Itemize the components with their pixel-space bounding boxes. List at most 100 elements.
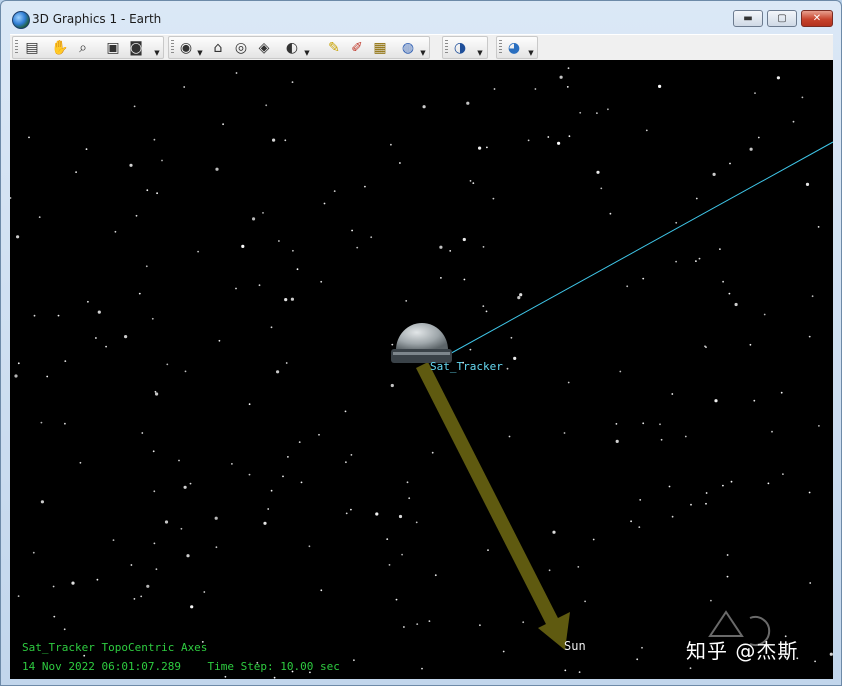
star — [763, 313, 766, 316]
3d-viewport[interactable]: Sat_Tracker Sun Sat_Tracker TopoCentric … — [10, 60, 833, 679]
star — [671, 393, 674, 395]
toolbar-grip[interactable] — [499, 40, 502, 55]
star — [642, 277, 645, 280]
star — [224, 675, 227, 678]
line-of-sight-vector — [445, 141, 833, 357]
star — [364, 185, 366, 188]
star — [32, 551, 35, 554]
star — [510, 336, 513, 339]
star — [801, 96, 804, 99]
star — [258, 284, 261, 287]
star — [133, 598, 136, 600]
star — [262, 212, 264, 214]
chevron-down-icon[interactable]: ▼ — [303, 40, 311, 57]
close-button[interactable]: ✕ — [801, 10, 833, 27]
star — [350, 454, 353, 456]
star — [506, 367, 509, 370]
radome-dome — [396, 322, 448, 350]
star — [463, 278, 466, 281]
chevron-down-icon[interactable]: ▼ — [196, 40, 204, 57]
home-view-icon[interactable]: ⌂ — [209, 39, 227, 57]
eraser-icon[interactable]: ✐ — [348, 39, 366, 57]
view-options-icon[interactable]: ◐ — [283, 39, 301, 57]
chevron-down-icon[interactable]: ▼ — [527, 40, 535, 57]
star — [577, 566, 580, 568]
measure-icon[interactable]: ▦ — [371, 39, 389, 57]
view-from-icon[interactable]: ◉ — [177, 39, 195, 57]
star — [705, 502, 707, 505]
star — [386, 538, 389, 540]
star — [695, 260, 697, 262]
star — [466, 101, 470, 105]
star — [710, 599, 712, 602]
toolbar-group-view: ▤ ✋ ⌕ ▣ ◙ ▼ — [12, 36, 164, 59]
chevron-down-icon[interactable]: ▼ — [419, 40, 427, 57]
star — [52, 585, 55, 588]
star — [14, 374, 18, 378]
view-to-icon[interactable]: ◎ — [232, 39, 250, 57]
star — [579, 111, 582, 114]
star — [406, 481, 409, 484]
snapshot-icon[interactable]: ▣ — [104, 39, 122, 57]
chevron-down-icon[interactable]: ▼ — [153, 40, 161, 57]
globe-settings-icon[interactable]: ◍ — [399, 39, 417, 57]
star — [145, 265, 148, 268]
pan-hand-icon[interactable]: ✋ — [51, 39, 69, 57]
star — [439, 245, 443, 249]
star — [356, 246, 359, 249]
star — [567, 381, 570, 384]
star — [730, 480, 733, 483]
star — [726, 554, 729, 556]
toolbar-group-camera: ◉ ▼ ⌂ ◎ ◈ ◐ ▼ ✎ ✐ ▦ ◍ ▼ — [168, 36, 430, 59]
toolbar-grip[interactable] — [171, 40, 174, 55]
facility-model[interactable] — [391, 322, 452, 363]
star — [17, 595, 20, 597]
star — [829, 652, 833, 656]
toolbar-grip[interactable] — [445, 40, 448, 55]
star — [235, 72, 238, 74]
properties-icon[interactable]: ▤ — [23, 39, 41, 57]
pencil-icon[interactable]: ✎ — [325, 39, 343, 57]
earth-icon[interactable]: ◕ — [505, 39, 523, 57]
star — [320, 589, 323, 592]
minimize-button[interactable]: ▬ — [733, 10, 763, 27]
time-step-value: Time Step: 10.00 sec — [207, 660, 340, 673]
star — [190, 605, 194, 609]
star — [140, 595, 143, 598]
record-icon[interactable]: ◙ — [127, 39, 145, 57]
star — [517, 296, 521, 300]
object-label[interactable]: Sat_Tracker — [430, 360, 503, 373]
watermark-text: 知乎 @杰斯 — [686, 639, 799, 663]
star — [180, 527, 183, 530]
star — [776, 76, 781, 80]
orient-view-icon[interactable]: ◈ — [255, 39, 273, 57]
star — [753, 399, 756, 402]
star — [241, 244, 245, 248]
sun-vector-shaft — [416, 362, 562, 632]
star — [370, 236, 373, 239]
star — [141, 432, 144, 434]
maximize-button[interactable]: ▢ — [767, 10, 797, 27]
star — [17, 362, 20, 365]
star — [184, 370, 187, 373]
star — [434, 574, 437, 577]
zoom-icon[interactable]: ⌕ — [74, 39, 92, 57]
star — [472, 182, 475, 184]
map-layers-icon[interactable]: ◑ — [451, 39, 469, 57]
star — [440, 277, 442, 279]
star — [285, 362, 288, 364]
star — [487, 549, 489, 551]
datetime-status-text: 14 Nov 2022 06:01:07.289 Time Step: 10.0… — [22, 660, 340, 673]
toolbar-group-layers: ◑ ▼ — [442, 36, 488, 59]
chevron-down-icon[interactable]: ▼ — [476, 40, 484, 57]
star — [615, 423, 618, 425]
star — [619, 370, 622, 373]
toolbar-grip[interactable] — [15, 40, 18, 55]
star — [63, 628, 66, 631]
star — [728, 292, 731, 295]
title-bar[interactable]: 3D Graphics 1 - Earth ▬ ▢ ✕ — [1, 1, 841, 33]
star — [502, 650, 505, 653]
scene-canvas[interactable] — [10, 60, 833, 679]
star — [638, 526, 641, 528]
star — [214, 516, 218, 520]
